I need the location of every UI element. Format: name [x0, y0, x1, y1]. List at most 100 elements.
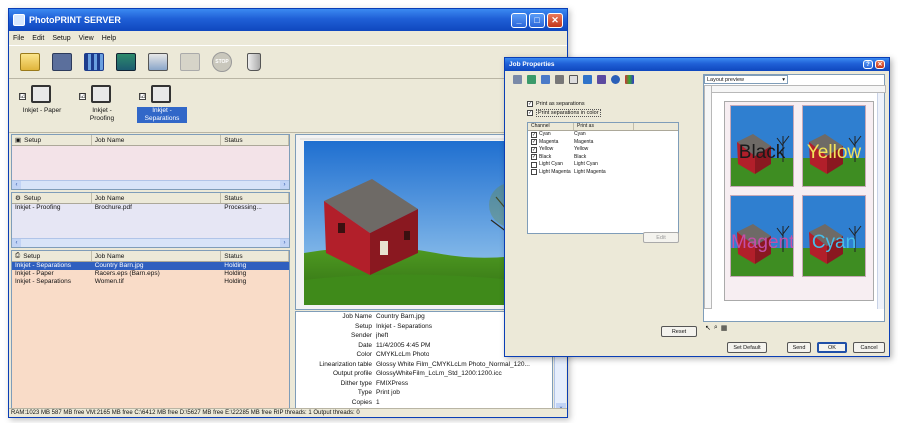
column-header-setup[interactable]: ▣ Setup — [12, 135, 92, 145]
column-header-setup[interactable]: ⎙ Setup — [12, 251, 92, 261]
scroll-right-arrow[interactable]: › — [280, 239, 289, 247]
horizontal-scrollbar[interactable]: ‹ › — [12, 180, 289, 189]
save-button[interactable] — [49, 49, 75, 75]
image-tab-icon[interactable] — [583, 74, 592, 84]
menu-setup[interactable]: Setup — [52, 35, 70, 42]
printer-disabled-icon — [180, 53, 200, 71]
channel-row[interactable]: ✓ Cyan Cyan — [528, 131, 678, 139]
processing-queue[interactable]: ⚙ Setup Job Name Status Inkjet - Proofing Br… — [11, 192, 290, 248]
scroll-left-arrow[interactable]: ‹ — [12, 181, 21, 189]
general-tab-icon[interactable] — [513, 74, 522, 84]
quickset-inkjet-separations[interactable]: ☑ Inkjet - Separations — [137, 83, 187, 123]
stop-icon: STOP — [212, 52, 232, 72]
info-row: Output profile GlossyWhiteFilm_LcLm_Std_1… — [296, 369, 552, 379]
stop-button[interactable]: STOP — [209, 49, 235, 75]
separation-label: Black — [738, 142, 786, 163]
palette-tab-icon[interactable] — [625, 74, 634, 84]
ok-button[interactable]: OK — [817, 342, 847, 353]
channel-checkbox[interactable] — [531, 161, 537, 168]
column-header-setup[interactable]: ⚙ Setup — [12, 193, 92, 203]
channel-checkbox[interactable]: ✓ — [531, 154, 537, 161]
separation-tile: Black — [730, 105, 794, 187]
cancel-button[interactable]: Cancel — [853, 342, 885, 353]
channel-row[interactable]: ✓ Yellow Yellow — [528, 146, 678, 154]
zoom-icon[interactable]: ⌕ — [714, 324, 718, 332]
open-button[interactable] — [17, 49, 43, 75]
quickset-checkbox[interactable]: ☑ — [19, 93, 26, 100]
grid-tab-icon[interactable] — [597, 74, 606, 84]
scroll-right-arrow[interactable]: › — [280, 181, 289, 189]
column-header-job-name[interactable]: Job Name — [92, 251, 222, 261]
info-key: Type — [357, 389, 372, 396]
layout-tab-icon[interactable] — [541, 74, 550, 84]
channel-print-as: Light Magenta — [574, 168, 606, 175]
dialog-titlebar[interactable]: Job Properties ? ✕ — [505, 58, 889, 71]
column-header-job-name[interactable]: Job Name — [92, 135, 222, 145]
separation-label: Yellow — [806, 142, 862, 163]
column-header-print-as[interactable]: Print as — [574, 123, 634, 130]
chevron-down-icon: ▾ — [782, 77, 785, 83]
channel-checkbox[interactable]: ✓ — [531, 146, 537, 153]
table-row[interactable]: Inkjet - Separations Country Barn.jpg Hold… — [12, 262, 289, 270]
quickset-checkbox[interactable]: ☑ — [79, 93, 86, 100]
queues-panel: ▣ Setup Job Name Status ‹ › ⚙ Setup Job Name St… — [9, 134, 292, 418]
column-header-channel[interactable]: Channel — [528, 123, 574, 130]
color-button[interactable] — [81, 49, 107, 75]
separation-tab-icon[interactable] — [611, 74, 620, 84]
reset-button[interactable]: Reset — [661, 326, 697, 337]
channel-checkbox[interactable]: ✓ — [531, 131, 537, 138]
main-titlebar[interactable]: PhotoPRINT SERVER _ □ ✕ — [9, 9, 567, 31]
channel-print-as: Magenta — [574, 138, 594, 145]
printer-disabled-button[interactable] — [177, 49, 203, 75]
column-header-status[interactable]: Status — [221, 193, 290, 203]
maximize-button[interactable]: □ — [529, 12, 545, 28]
dialog-help-button[interactable]: ? — [863, 60, 873, 69]
channel-row[interactable]: ✓ Magenta Magenta — [528, 139, 678, 147]
column-header-status[interactable]: Status — [221, 251, 290, 261]
grid-view-icon[interactable]: ▦ — [721, 324, 728, 332]
table-row[interactable]: Inkjet - Paper Racers.eps (Barn.eps) Holdi… — [12, 270, 289, 278]
table-row[interactable]: Inkjet - Separations Women.tif Holding — [12, 278, 289, 286]
horizontal-scrollbar[interactable]: ‹ › — [12, 238, 289, 247]
layout-preview-select[interactable]: Layout preview ▾ — [704, 75, 788, 84]
status-bar: RAM:1023 MB 587 MB free VM:2165 MB free … — [9, 408, 567, 417]
channel-row[interactable]: ✓ Black Black — [528, 154, 678, 162]
quickset-inkjet-proofing[interactable]: ☑ Inkjet - Proofing — [77, 83, 127, 123]
info-row: Copies 1 — [296, 398, 552, 408]
column-header-status[interactable]: Status — [221, 135, 290, 145]
print-queue[interactable]: ⎙ Setup Job Name Status Inkjet - Separation… — [11, 250, 290, 414]
delete-button[interactable] — [241, 49, 267, 75]
processing-queue-icon: ⚙ — [15, 195, 21, 202]
print-button[interactable] — [145, 49, 171, 75]
table-row[interactable]: Inkjet - Proofing Brochure.pdf Processing.… — [12, 204, 289, 212]
info-row: Linearization table Glossy White Film_CMY… — [296, 360, 552, 370]
channel-row[interactable]: Light Cyan Light Cyan — [528, 161, 678, 169]
send-button[interactable]: Send — [787, 342, 811, 353]
channel-checkbox[interactable] — [531, 169, 537, 176]
layout-vertical-scrollbar[interactable] — [877, 93, 884, 309]
menu-edit[interactable]: Edit — [32, 35, 44, 42]
pointer-icon[interactable]: ↖ — [705, 324, 711, 332]
hold-queue[interactable]: ▣ Setup Job Name Status ‹ › — [11, 134, 290, 190]
quickset-inkjet-paper[interactable]: ☑ Inkjet - Paper — [17, 83, 67, 115]
info-value: Glossy White Film_CMYKLcLm Photo_Normal_… — [376, 360, 530, 368]
quickset-checkbox[interactable]: ☑ — [139, 93, 146, 100]
menu-file[interactable]: File — [13, 35, 24, 42]
column-header-job-name[interactable]: Job Name — [92, 193, 222, 203]
menu-view[interactable]: View — [79, 35, 94, 42]
scroll-left-arrow[interactable]: ‹ — [12, 239, 21, 247]
printer-setup-button[interactable] — [113, 49, 139, 75]
printer-tab-icon[interactable] — [555, 74, 564, 84]
vertical-ruler — [704, 85, 712, 309]
set-default-button[interactable]: Set Default — [727, 342, 767, 353]
minimize-button[interactable]: _ — [511, 12, 527, 28]
info-key: Sender — [351, 332, 372, 339]
page-tab-icon[interactable] — [569, 74, 578, 84]
close-button[interactable]: ✕ — [547, 12, 563, 28]
channel-row[interactable]: Light Magenta Light Magenta — [528, 169, 678, 177]
edit-button[interactable]: Edit — [643, 232, 679, 243]
dialog-close-button[interactable]: ✕ — [875, 60, 885, 69]
menu-help[interactable]: Help — [102, 35, 116, 42]
color-tab-icon[interactable] — [527, 74, 536, 84]
channel-checkbox[interactable]: ✓ — [531, 139, 537, 146]
